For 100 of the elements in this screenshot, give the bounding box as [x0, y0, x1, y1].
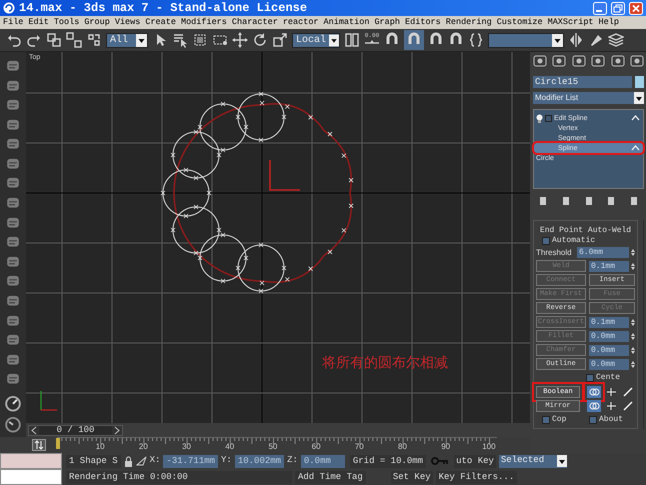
spinner-arrows-icon[interactable] [631, 346, 635, 354]
checkbox[interactable] [542, 416, 550, 424]
menu-item[interactable]: Character [232, 18, 278, 27]
minimize-button[interactable] [593, 2, 607, 14]
object-color-swatch[interactable] [635, 76, 644, 88]
spinner-field[interactable]: 0.0mm [589, 344, 629, 356]
restore-button[interactable] [611, 2, 625, 14]
menu-item[interactable]: reactor [282, 18, 319, 27]
checkbox-label: Automatic [552, 237, 596, 245]
menu-item[interactable]: Views [114, 18, 140, 27]
dial-icon [4, 394, 22, 412]
spinner-arrows-icon[interactable] [631, 332, 635, 340]
selection-status: 1 Shape S [66, 454, 121, 468]
axis-tripod-icon [38, 390, 58, 412]
overlap-circles-icon [588, 386, 600, 398]
reference-coordinate-dropdown[interactable]: Local [292, 32, 340, 48]
frame-number: 60 [312, 443, 321, 451]
menu-item[interactable]: Graph Editors [374, 18, 441, 27]
menu-item[interactable]: Rendering [446, 18, 492, 27]
scale-icon[interactable] [272, 32, 288, 48]
spinner-field[interactable]: 0.0mm [589, 358, 629, 370]
modifier-list-dropdown[interactable]: Modifier List [533, 92, 644, 104]
maxscript-input-field[interactable] [0, 469, 62, 485]
menu-item[interactable]: Customize [496, 18, 543, 27]
menu-item[interactable]: Animation [324, 18, 370, 27]
set-key-button[interactable]: Set Key [390, 470, 433, 484]
coordinate-field[interactable]: 0.0mm [300, 454, 345, 468]
frame-number: 50 [268, 443, 278, 451]
cross-icon [605, 400, 617, 412]
coordinate-label: Y: [221, 454, 232, 468]
frame-counter: 0 / 100 [39, 426, 112, 434]
select-by-name-icon[interactable] [172, 32, 188, 48]
operation-button[interactable] [604, 400, 618, 412]
coordinate-label: Z: [287, 454, 298, 468]
snap-toggle-button[interactable] [404, 30, 424, 50]
spinner-field[interactable]: 0.1mm [589, 316, 629, 328]
expand-caret-icon [631, 115, 640, 121]
frame-number: 100 [482, 443, 496, 451]
link-icon[interactable] [46, 32, 62, 48]
maxscript-listener-field[interactable] [0, 453, 62, 469]
checkbox[interactable] [589, 416, 597, 424]
frame-number: 10 [96, 443, 105, 451]
checkbox[interactable] [542, 237, 550, 245]
dial-icon [4, 416, 22, 434]
expand-caret-icon [631, 145, 640, 151]
operation-button[interactable] [621, 386, 635, 398]
menu-item[interactable]: Tools [54, 18, 80, 27]
frame-marker[interactable] [56, 438, 60, 449]
time-slider-thumb[interactable]: 0 / 100 [28, 424, 123, 436]
slash-icon [622, 400, 634, 412]
region-select-icon[interactable] [192, 32, 208, 48]
named-selection-dropdown[interactable] [488, 32, 564, 48]
coordinate-label: X: [150, 454, 160, 468]
mirror-icon[interactable] [568, 32, 584, 48]
frame-number: 20 [138, 443, 148, 451]
spinner-field[interactable]: 0.0mm [589, 330, 629, 342]
menu-item[interactable]: Create [145, 18, 176, 27]
menu-item[interactable]: Group [84, 18, 110, 27]
operation-button[interactable] [604, 386, 618, 398]
rotate-icon[interactable] [252, 32, 268, 48]
chevron-right-icon[interactable] [114, 426, 120, 434]
lock-icon[interactable] [124, 456, 133, 466]
layers-icon[interactable] [608, 32, 624, 48]
slash-icon [622, 386, 634, 398]
spinner-arrows-icon[interactable] [631, 318, 635, 326]
arrows-icon[interactable] [32, 439, 46, 451]
menu-item[interactable]: MAXScript [548, 18, 594, 27]
spinner-arrows-icon[interactable] [631, 248, 635, 257]
auto-key-button[interactable]: uto Key [454, 454, 496, 468]
window-title: 14.max - 3ds max 7 - Stand-alone License [19, 0, 308, 17]
menu-item[interactable]: Edit [28, 18, 49, 27]
spinner-field[interactable]: 0.1mm [589, 260, 629, 272]
selection-filter-dropdown[interactable]: All [106, 32, 148, 48]
object-name-field[interactable]: Circle15 [533, 76, 632, 88]
move-icon[interactable] [232, 32, 248, 48]
spinner-arrows-icon[interactable] [631, 360, 635, 368]
braces-icon[interactable] [468, 32, 484, 48]
menu-item[interactable]: Help [598, 18, 619, 27]
chevron-left-icon[interactable] [31, 426, 37, 434]
checkbox[interactable] [586, 374, 594, 382]
coordinate-field[interactable]: 10.002mm [234, 454, 284, 468]
unlink-icon[interactable] [66, 32, 82, 48]
coordinate-field[interactable]: -31.711mm [163, 454, 218, 468]
menu-item[interactable]: Modifiers [180, 18, 227, 27]
close-button[interactable] [629, 2, 643, 14]
cross-icon [605, 386, 617, 398]
add-time-tag-button[interactable]: Add Time Tag [295, 470, 366, 484]
menu-item[interactable]: File [3, 18, 24, 27]
rollout-title: End Point Auto-Weld [538, 227, 632, 235]
operation-button[interactable] [621, 400, 635, 412]
overlap-circles-icon [588, 400, 600, 412]
checkbox-icon [545, 114, 552, 122]
key-mode-dropdown[interactable]: Selected [498, 454, 567, 468]
spinner-arrows-icon[interactable] [631, 262, 635, 270]
redo-icon[interactable] [26, 32, 42, 48]
key-filters-button[interactable]: Key Filters... [436, 470, 518, 484]
frame-number: 70 [354, 443, 364, 451]
app-icon [3, 2, 15, 14]
spinner-field[interactable]: 6.0mm [577, 247, 629, 258]
annotation-text: 将所有的圆布尔相减 [322, 356, 448, 370]
